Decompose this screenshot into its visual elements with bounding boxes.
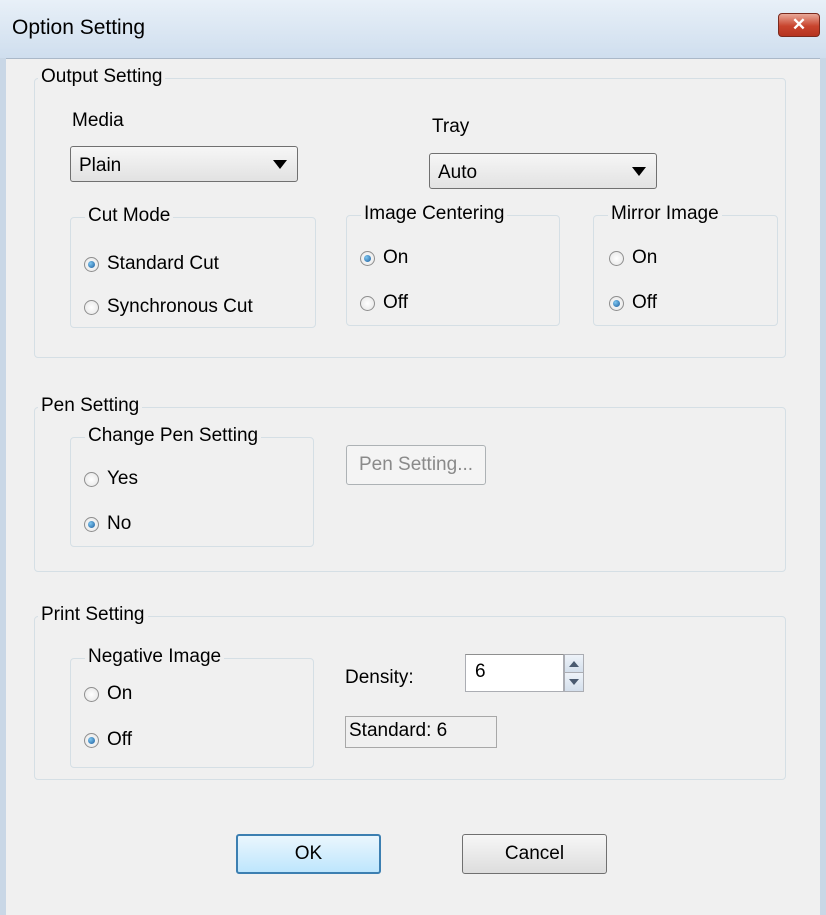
close-button[interactable]: ✕ [778,13,820,37]
ok-button-label: OK [294,843,323,864]
window-title: Option Setting [12,16,146,39]
density-stepper[interactable] [564,654,584,692]
pen-setting-button[interactable]: Pen Setting... [346,445,486,485]
image-centering-on-label: On [383,247,409,268]
density-down-button[interactable] [565,673,583,691]
synchronous-cut-radio[interactable]: Synchronous Cut [84,296,253,318]
title-bar: Option Setting ✕ [0,0,826,59]
standard-density-display: Standard: 6 [345,716,497,748]
negative-image-group: Negative Image [70,646,314,768]
chevron-down-icon [273,160,287,169]
change-pen-setting-legend: Change Pen Setting [85,425,262,447]
radio-unchecked-icon [84,299,99,315]
cancel-button[interactable]: Cancel [462,834,607,874]
density-label: Density: [345,667,414,688]
radio-unchecked-icon [84,471,99,487]
mirror-image-off-label: Off [632,292,657,313]
tray-select[interactable]: Auto [429,153,657,189]
media-select[interactable]: Plain [70,146,298,182]
cancel-button-label: Cancel [504,843,565,864]
radio-checked-icon [609,295,624,311]
image-centering-off-radio[interactable]: Off [360,292,408,314]
change-pen-no-radio[interactable]: No [84,513,131,535]
cut-mode-legend: Cut Mode [85,205,174,227]
chevron-down-icon [632,167,646,176]
radio-checked-icon [84,732,99,748]
pen-setting-legend: Pen Setting [38,395,143,417]
image-centering-on-radio[interactable]: On [360,247,408,269]
window-frame-left [0,58,6,915]
window-frame-right [820,58,826,915]
change-pen-yes-radio[interactable]: Yes [84,468,138,490]
tray-label: Tray [432,116,470,137]
density-up-button[interactable] [565,655,583,673]
mirror-image-on-label: On [632,247,658,268]
image-centering-legend: Image Centering [361,203,508,225]
arrow-up-icon [569,660,579,667]
media-label: Media [72,110,124,131]
change-pen-yes-label: Yes [107,468,138,489]
media-select-value: Plain [79,155,122,176]
radio-checked-icon [360,250,375,266]
radio-unchecked-icon [84,686,99,702]
standard-density-text: Standard: 6 [349,720,448,741]
standard-cut-radio[interactable]: Standard Cut [84,253,219,275]
standard-cut-label: Standard Cut [107,253,219,274]
radio-checked-icon [84,256,99,272]
pen-setting-button-label: Pen Setting... [358,454,474,475]
negative-image-on-label: On [107,683,133,704]
mirror-image-on-radio[interactable]: On [609,247,657,269]
change-pen-no-label: No [107,513,132,534]
negative-image-off-radio[interactable]: Off [84,729,132,751]
density-input[interactable]: 6 [465,654,564,692]
mirror-image-off-radio[interactable]: Off [609,292,657,314]
negative-image-on-radio[interactable]: On [84,683,132,705]
density-input-value: 6 [475,661,486,682]
output-setting-legend: Output Setting [38,66,166,88]
radio-unchecked-icon [360,295,375,311]
print-setting-legend: Print Setting [38,604,148,626]
synchronous-cut-label: Synchronous Cut [107,296,253,317]
ok-button[interactable]: OK [236,834,381,874]
negative-image-legend: Negative Image [85,646,225,668]
close-icon: ✕ [791,15,807,34]
arrow-down-icon [569,679,579,685]
mirror-image-legend: Mirror Image [608,203,722,225]
tray-select-value: Auto [438,162,478,183]
negative-image-off-label: Off [107,729,132,750]
image-centering-off-label: Off [383,292,408,313]
radio-unchecked-icon [609,250,624,266]
radio-checked-icon [84,516,99,532]
